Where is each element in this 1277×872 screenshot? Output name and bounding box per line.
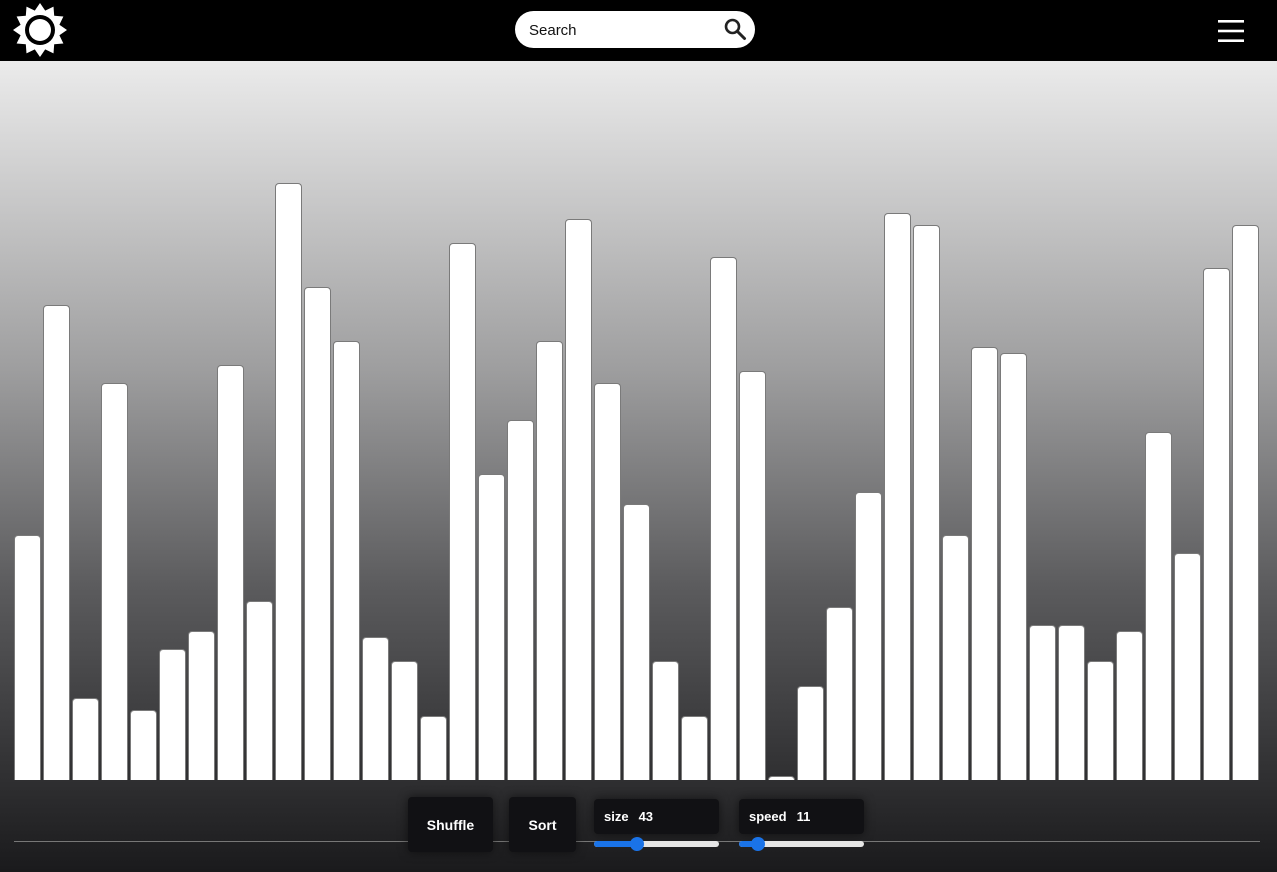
search-input[interactable] <box>529 19 719 41</box>
bar-37 <box>1058 625 1085 780</box>
bar-28 <box>797 686 824 780</box>
bar-41 <box>1174 553 1201 780</box>
sun-icon[interactable] <box>12 2 68 58</box>
search-box <box>515 11 755 48</box>
bar-11 <box>304 287 331 780</box>
bar-9 <box>246 601 273 780</box>
shuffle-button[interactable]: Shuffle <box>408 797 493 852</box>
bar-24 <box>681 716 708 780</box>
size-value: 43 <box>638 809 654 824</box>
bar-30 <box>855 492 882 780</box>
bar-21 <box>594 383 621 780</box>
bar-36 <box>1029 625 1056 780</box>
bar-26 <box>739 371 766 780</box>
speed-value: 11 <box>796 809 811 824</box>
bar-34 <box>971 347 998 780</box>
bar-6 <box>159 649 186 780</box>
bar-32 <box>913 225 940 780</box>
bar-16 <box>449 243 476 780</box>
bar-27 <box>768 776 795 780</box>
bar-29 <box>826 607 853 780</box>
size-label: size <box>604 809 629 824</box>
visualizer-area: Shuffle Sort size 43 speed 11 <box>0 61 1277 872</box>
bar-7 <box>188 631 215 780</box>
bar-43 <box>1232 225 1259 780</box>
bar-8 <box>217 365 244 780</box>
bar-18 <box>507 420 534 780</box>
bar-3 <box>72 698 99 780</box>
bar-4 <box>101 383 128 780</box>
bar-39 <box>1116 631 1143 780</box>
bar-35 <box>1000 353 1027 780</box>
bar-10 <box>275 183 302 780</box>
sort-button[interactable]: Sort <box>509 797 576 852</box>
bar-1 <box>14 535 41 780</box>
bar-31 <box>884 213 911 780</box>
top-bar <box>0 0 1277 61</box>
bar-17 <box>478 474 505 780</box>
bar-19 <box>536 341 563 780</box>
bar-23 <box>652 661 679 780</box>
bar-13 <box>362 637 389 780</box>
bar-22 <box>623 504 650 780</box>
search-icon[interactable] <box>723 17 747 41</box>
bar-40 <box>1145 432 1172 780</box>
size-slider-handle[interactable] <box>629 837 644 851</box>
bar-25 <box>710 257 737 780</box>
bar-20 <box>565 219 592 780</box>
bar-33 <box>942 535 969 780</box>
bar-5 <box>130 710 157 780</box>
bar-2 <box>43 305 70 780</box>
size-slider[interactable] <box>594 837 719 851</box>
hamburger-menu-icon[interactable] <box>1216 16 1246 46</box>
speed-slider-handle[interactable] <box>750 837 765 851</box>
speed-display: speed 11 <box>739 799 864 834</box>
speed-slider[interactable] <box>739 837 864 851</box>
bar-42 <box>1203 268 1230 780</box>
bar-12 <box>333 341 360 780</box>
size-display: size 43 <box>594 799 719 834</box>
bar-15 <box>420 716 447 780</box>
bar-38 <box>1087 661 1114 780</box>
bar-14 <box>391 661 418 780</box>
speed-label: speed <box>749 809 787 824</box>
